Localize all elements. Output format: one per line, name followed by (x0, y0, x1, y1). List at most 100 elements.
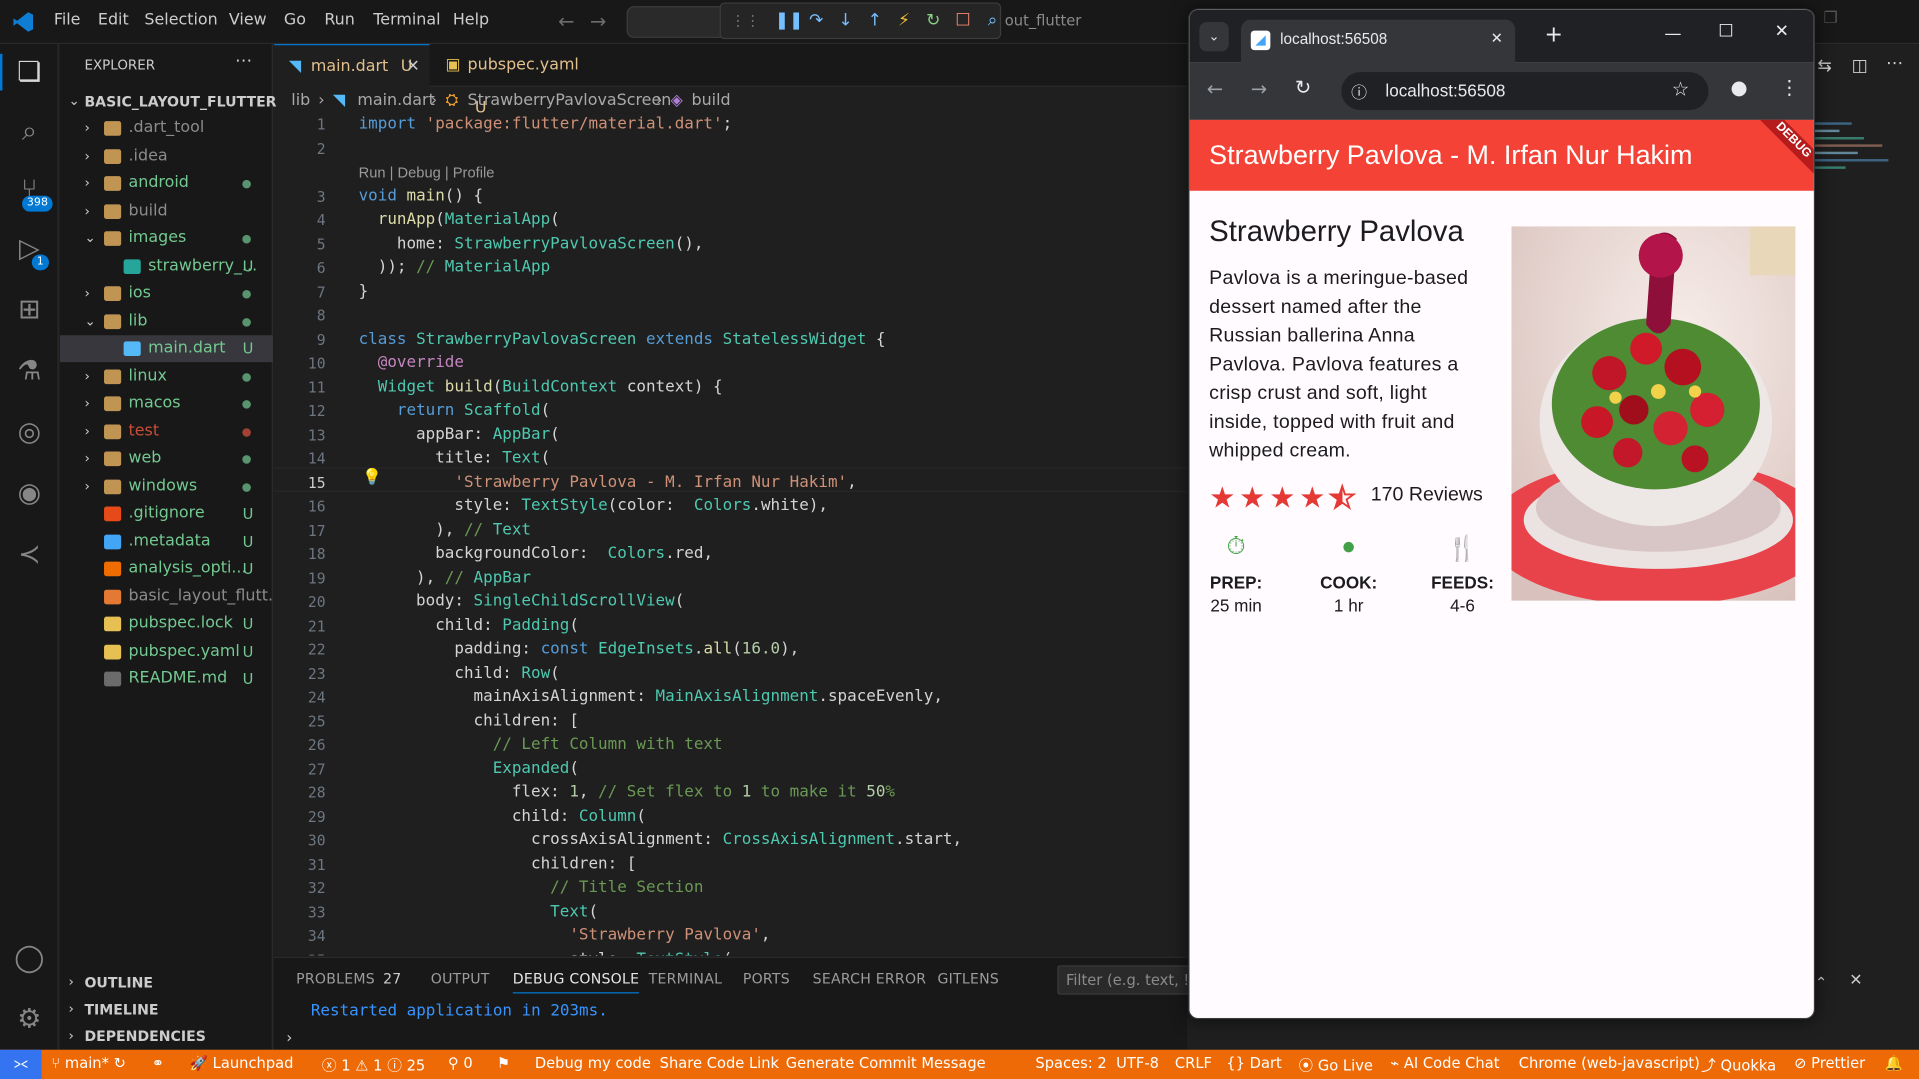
more-actions-icon[interactable]: ⋯ (235, 51, 252, 71)
site-info-icon[interactable]: ⓘ (1351, 80, 1367, 102)
breadcrumb-method[interactable]: build (691, 88, 730, 115)
generate-commit-message[interactable]: Generate Commit Message (786, 1055, 986, 1072)
menu-selection[interactable]: Selection (144, 11, 217, 29)
devtools-icon[interactable]: ⌕ (985, 11, 1000, 31)
new-tab-icon[interactable]: + (1544, 22, 1562, 48)
explorer-item[interactable]: › web (60, 445, 273, 472)
browser-tab[interactable]: ◢ localhost:56508 ✕ (1240, 19, 1516, 64)
language-status[interactable]: {} Dart (1226, 1055, 1281, 1072)
flutter-icon[interactable]: ≺ (12, 538, 46, 572)
explorer-item[interactable]: main.dart U (59, 335, 273, 363)
section-dependencies[interactable]: › DEPENDENCIES (60, 1023, 273, 1050)
split-editor-icon[interactable]: ◫ (1852, 56, 1868, 76)
account-icon[interactable]: ◯ (12, 942, 46, 976)
breadcrumb-class[interactable]: StrawberryPavlovaScreen (468, 88, 672, 115)
remote-indicator-icon[interactable]: ⪥ (0, 1049, 42, 1079)
hot-reload-icon[interactable]: ⚡ (897, 11, 912, 31)
step-into-icon[interactable]: ↓ (838, 11, 853, 31)
menu-edit[interactable]: Edit (98, 11, 129, 29)
encoding-status[interactable]: UTF-8 (1116, 1055, 1159, 1072)
indentation-status[interactable]: Spaces: 2 (1035, 1055, 1106, 1072)
explorer-item[interactable]: .gitignore U (60, 500, 273, 527)
menu-help[interactable]: Help (453, 11, 489, 29)
explorer-item[interactable]: ⌄ lib (60, 308, 273, 335)
pause-icon[interactable]: ❚❚ (775, 11, 804, 31)
panel-tab-output[interactable]: OUTPUT (431, 970, 490, 987)
explorer-item[interactable]: › build (60, 198, 273, 225)
stop-icon[interactable]: ☐ (955, 11, 970, 31)
close-window-icon[interactable]: ✕ (1775, 22, 1789, 42)
maximize-icon[interactable]: ☐ (1718, 22, 1733, 42)
launchpad-status[interactable]: 🚀 Launchpad (190, 1055, 294, 1072)
quokka-status[interactable]: ⤴ Quokka (1701, 1055, 1776, 1076)
codelens-run-debug[interactable]: Run | Debug | Profile (359, 164, 495, 181)
tab-main-dart[interactable]: ◥ main.dart U ✕ (274, 44, 430, 88)
section-timeline[interactable]: › TIMELINE (60, 996, 273, 1023)
minimize-icon[interactable]: — (1664, 24, 1681, 44)
settings-gear-icon[interactable]: ⚙ (12, 1003, 46, 1037)
code-editor[interactable]: 💡 1 import 'package:flutter/material.dart… (274, 113, 1188, 956)
restore-window-icon[interactable]: ❐ (1824, 10, 1838, 28)
menu-go[interactable]: Go (284, 11, 306, 29)
forward-icon[interactable]: → (1251, 77, 1267, 100)
explorer-item[interactable]: README.md U (60, 666, 273, 693)
menu-run[interactable]: Run (324, 11, 355, 29)
eol-status[interactable]: CRLF (1175, 1055, 1212, 1072)
explorer-item[interactable]: › windows (60, 473, 273, 500)
close-panel-icon[interactable]: ✕ (1849, 971, 1862, 989)
device-status[interactable]: Chrome (web-javascript) (1519, 1055, 1700, 1072)
extensions-icon[interactable]: ⊞ (12, 294, 46, 328)
explorer-item[interactable]: › android (60, 170, 273, 197)
gitlens-icon[interactable]: ◎ (12, 416, 46, 450)
explorer-item[interactable]: › test (60, 418, 273, 445)
close-tab-icon[interactable]: ✕ (1491, 29, 1503, 46)
problems-status[interactable]: ⓧ 1 ⚠ 1 ⓘ 25 (322, 1055, 425, 1076)
ports-status[interactable]: ⚲ 0 (448, 1055, 473, 1072)
explorer-item[interactable]: ⌄ images (60, 225, 273, 252)
drag-handle-icon[interactable]: ⋮⋮ (731, 12, 760, 29)
panel-tab-problems[interactable]: PROBLEMS (296, 970, 375, 987)
breadcrumb-file[interactable]: main.dart (357, 88, 434, 115)
maximize-panel-icon[interactable]: ⌃ (1815, 974, 1827, 991)
explorer-item[interactable]: pubspec.yaml U (60, 638, 273, 665)
testing-icon[interactable]: ⚗ (12, 355, 46, 389)
minimap[interactable] (1814, 117, 1901, 362)
debug-my-code[interactable]: Debug my code (535, 1055, 651, 1072)
project-root[interactable]: ⌄ BASIC_LAYOUT_FLUTTER (60, 88, 277, 115)
notifications-bell-icon[interactable]: 🔔 (1885, 1055, 1903, 1072)
breadcrumb-lib[interactable]: lib (291, 88, 310, 115)
ai-chat-status[interactable]: ⌁ AI Code Chat (1390, 1055, 1499, 1072)
panel-tab-debug-console[interactable]: DEBUG CONSOLE (512, 970, 640, 994)
golive-status[interactable]: ⦿ Go Live (1299, 1055, 1373, 1076)
explorer-item[interactable]: › .idea (60, 143, 273, 170)
reload-icon[interactable]: ↻ (1295, 76, 1311, 99)
filter-input[interactable]: Filter (e.g. text, !ex (1057, 965, 1207, 995)
nav-forward-icon[interactable]: → (590, 10, 606, 33)
address-bar[interactable]: ⓘ localhost:56508 ☆ (1341, 72, 1709, 111)
gitlens-graph-icon[interactable]: ⚭ (152, 1055, 164, 1072)
panel-tab-gitlens[interactable]: GITLENS (937, 970, 999, 987)
tab-pubspec-yaml[interactable]: ▣ pubspec.yaml U (431, 44, 590, 117)
menu-file[interactable]: File (54, 11, 81, 29)
explorer-item[interactable]: › .dart_tool (60, 115, 273, 142)
back-icon[interactable]: ← (1207, 77, 1223, 100)
panel-tab-search-error[interactable]: SEARCH ERROR (813, 970, 927, 987)
prettier-status[interactable]: ⊘ Prettier (1794, 1055, 1865, 1072)
branch-status[interactable]: ⑂ main* ↻ (51, 1055, 126, 1072)
explorer-item[interactable]: .metadata U (60, 528, 273, 555)
explorer-item[interactable]: strawberry_... U (60, 253, 273, 280)
step-over-icon[interactable]: ↷ (809, 11, 824, 31)
menu-terminal[interactable]: Terminal (373, 11, 440, 29)
share-code-link[interactable]: Share Code Link (660, 1055, 779, 1072)
bookmark-star-icon[interactable]: ☆ (1672, 77, 1690, 100)
explorer-item[interactable]: analysis_opti... U (60, 555, 273, 582)
more-actions-icon[interactable]: ⋯ (1886, 54, 1903, 74)
compare-changes-icon[interactable]: ⇆ (1817, 56, 1831, 76)
step-out-icon[interactable]: ↑ (867, 11, 882, 31)
explorer-item[interactable]: › linux (60, 363, 273, 390)
close-tab-icon[interactable]: ✕ (406, 45, 419, 88)
nav-back-icon[interactable]: ← (558, 10, 574, 33)
remote-explorer-icon[interactable]: ◉ (12, 477, 46, 511)
panel-tab-terminal[interactable]: TERMINAL (649, 970, 723, 987)
explorer-item[interactable]: › macos (60, 390, 273, 417)
